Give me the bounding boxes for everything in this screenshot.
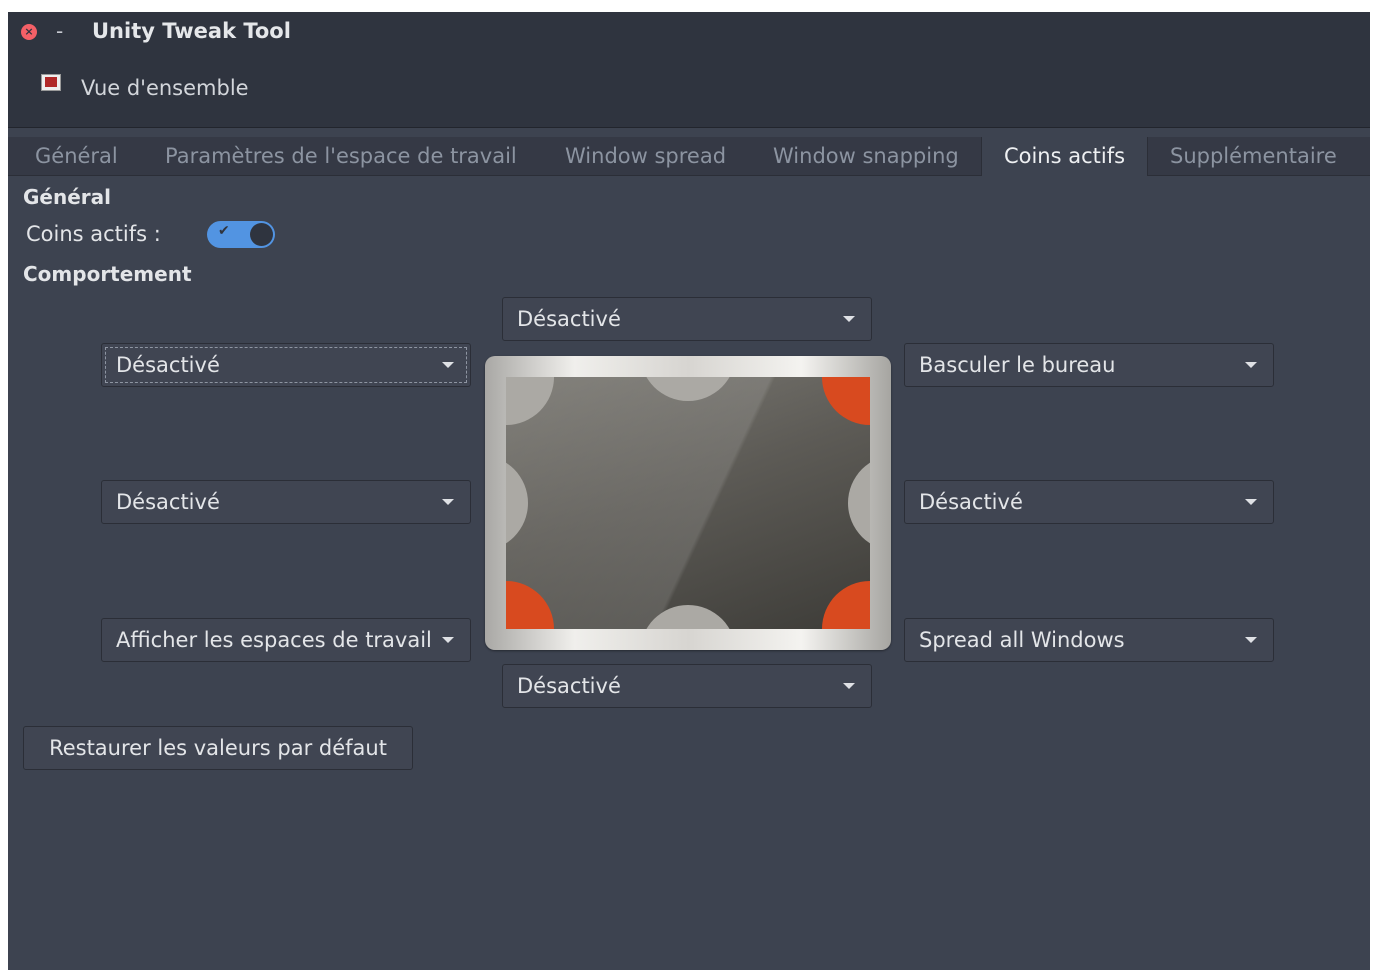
hotcorner-left [506,455,528,551]
bottom-left-corner-value: Afficher les espaces de travail [116,628,432,652]
top-corner-dropdown[interactable]: Désactivé [502,297,872,341]
top-left-corner-dropdown[interactable]: Désactivé [101,343,471,387]
overview-icon[interactable] [41,74,61,91]
minimize-icon[interactable]: - [56,20,63,42]
right-edge-dropdown[interactable]: Désactivé [904,480,1274,524]
hotcorner-top [640,377,736,401]
bottom-corner-value: Désactivé [517,674,621,698]
dropdown-arrow-icon [1245,362,1257,368]
tab-additional[interactable]: Supplémentaire [1170,137,1337,175]
bottom-left-corner-dropdown[interactable]: Afficher les espaces de travail [101,618,471,662]
top-left-corner-value: Désactivé [116,353,220,377]
hotcorner-top-right [822,377,870,425]
window-title: Unity Tweak Tool [92,19,291,43]
tab-window-spread[interactable]: Window spread [565,137,726,175]
bottom-corner-dropdown[interactable]: Désactivé [502,664,872,708]
tab-workspace-settings[interactable]: Paramètres de l'espace de travail [165,137,517,175]
tab-bar: Général Paramètres de l'espace de travai… [8,137,1370,176]
titlebar: × - Unity Tweak Tool Vue d'ensemble [8,12,1370,128]
dropdown-arrow-icon [442,637,454,643]
left-edge-value: Désactivé [116,490,220,514]
hotcorner-bottom [640,605,736,629]
bottom-right-corner-value: Spread all Windows [919,628,1125,652]
close-icon[interactable]: × [21,24,37,40]
right-edge-value: Désactivé [919,490,1023,514]
monitor-screen [506,377,870,629]
overview-button[interactable]: Vue d'ensemble [81,76,249,100]
hotcorner-bottom-right [822,581,870,629]
general-heading: Général [23,185,111,209]
dropdown-arrow-icon [1245,637,1257,643]
dropdown-arrow-icon [1245,499,1257,505]
left-edge-dropdown[interactable]: Désactivé [101,480,471,524]
hotcorner-right [848,455,870,551]
hotcorners-switch[interactable]: ✔ [207,221,275,248]
restore-defaults-button[interactable]: Restaurer les valeurs par défaut [23,726,413,770]
switch-knob [250,223,273,246]
top-right-corner-value: Basculer le bureau [919,353,1116,377]
behavior-heading: Comportement [23,262,192,286]
top-corner-value: Désactivé [517,307,621,331]
monitor-illustration [485,356,891,650]
app-window: × - Unity Tweak Tool Vue d'ensemble Géné… [8,12,1370,970]
bottom-right-corner-dropdown[interactable]: Spread all Windows [904,618,1274,662]
dropdown-arrow-icon [843,683,855,689]
dropdown-arrow-icon [442,499,454,505]
tab-hotcorners[interactable]: Coins actifs [981,137,1148,176]
top-right-corner-dropdown[interactable]: Basculer le bureau [904,343,1274,387]
tab-general[interactable]: Général [35,137,118,175]
tab-window-snapping[interactable]: Window snapping [773,137,959,175]
dropdown-arrow-icon [442,362,454,368]
hotcorner-bottom-left [506,581,554,629]
dropdown-arrow-icon [843,316,855,322]
hotcorner-top-left [506,377,554,425]
hotcorners-label: Coins actifs : [26,222,161,246]
check-icon: ✔ [218,223,230,239]
